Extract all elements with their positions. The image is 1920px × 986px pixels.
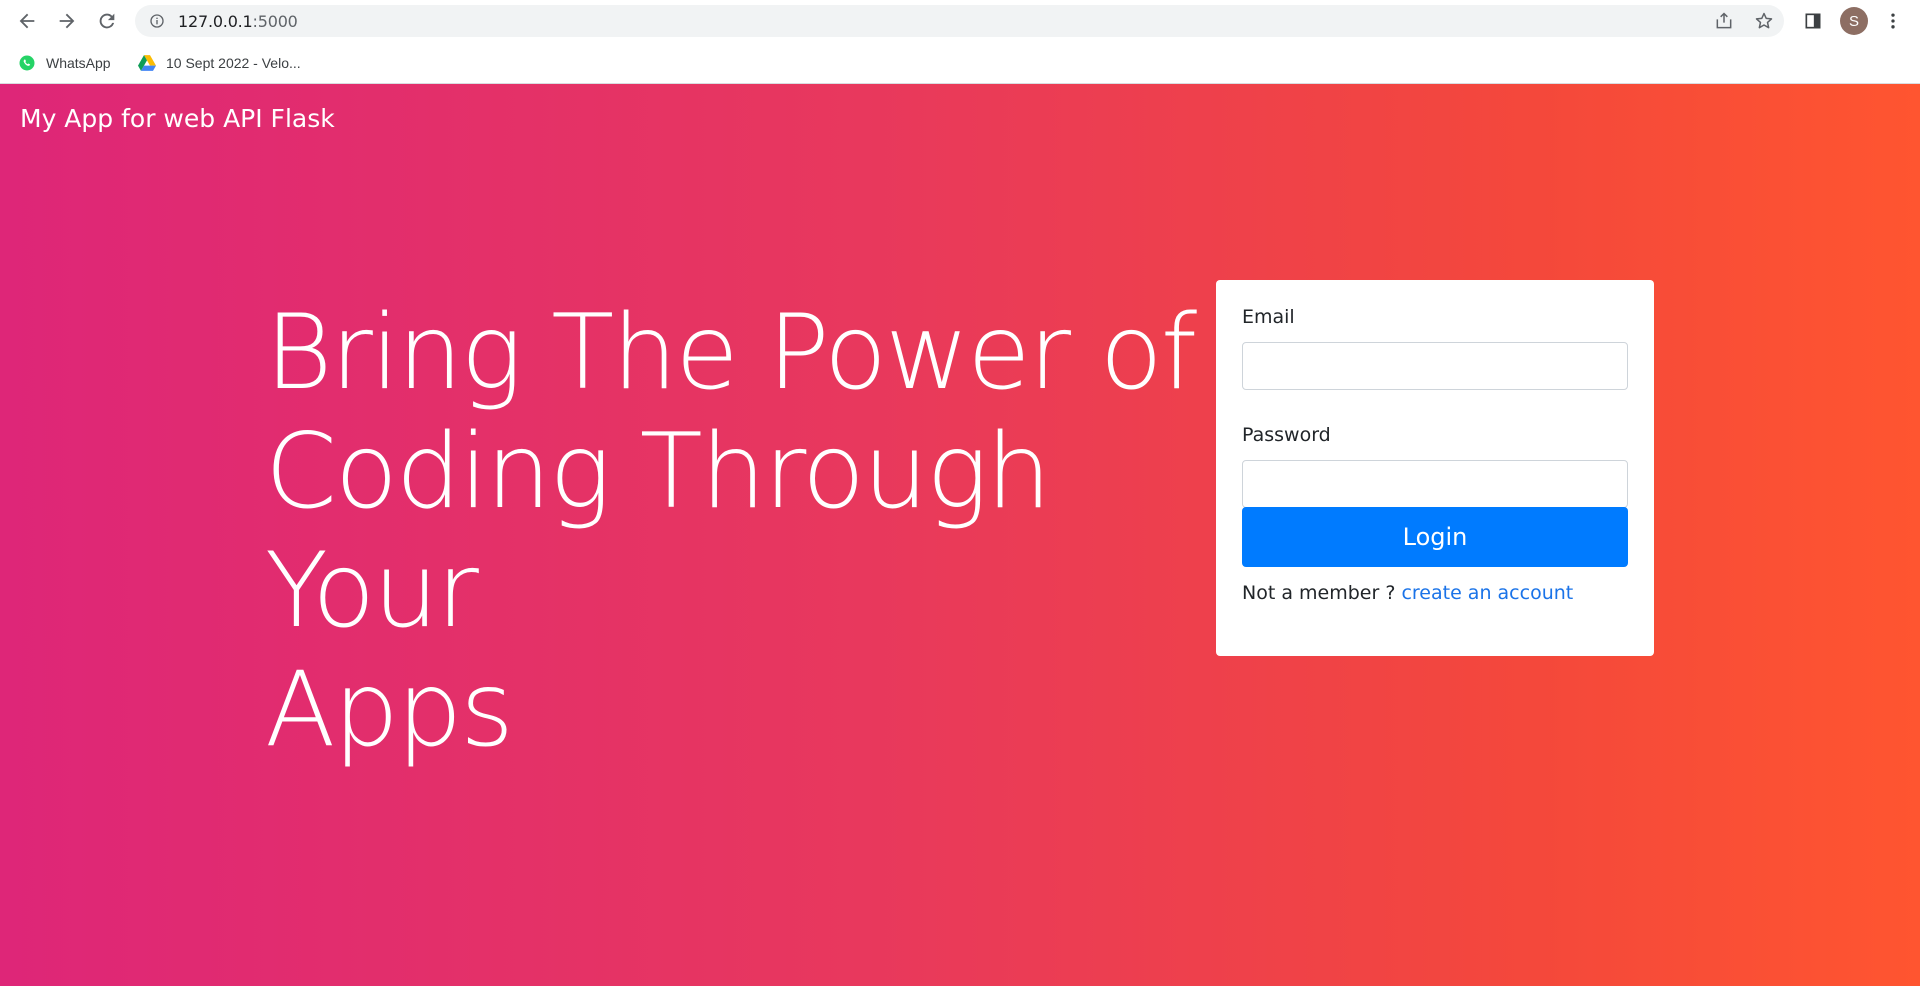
email-field[interactable]	[1242, 342, 1628, 390]
back-button[interactable]	[11, 5, 43, 37]
login-card: Email Password Login Not a member ? crea…	[1216, 280, 1654, 656]
hero-line: Apps	[265, 650, 514, 770]
bookmarks-bar: WhatsApp 10 Sept 2022 - Velo...	[0, 42, 1920, 84]
create-account-link[interactable]: create an account	[1401, 582, 1573, 604]
url-text: 127.0.0.1:5000	[178, 12, 298, 31]
email-label: Email	[1242, 306, 1295, 328]
url-port: :5000	[252, 11, 298, 31]
arrow-right-icon	[59, 13, 75, 29]
side-panel-button[interactable]	[1797, 5, 1829, 37]
page-viewport: My App for web API Flask Bring The Power…	[0, 84, 1920, 986]
signup-prompt: Not a member ? create an account	[1242, 582, 1573, 604]
hero-line: Coding Through Your	[265, 412, 1051, 651]
bookmark-label: 10 Sept 2022 - Velo...	[166, 55, 301, 71]
kebab-menu-icon	[1891, 13, 1895, 29]
arrow-left-icon	[19, 13, 35, 29]
signup-prompt-text: Not a member ?	[1242, 582, 1402, 604]
star-icon[interactable]	[1744, 5, 1784, 37]
password-field[interactable]	[1242, 460, 1628, 508]
bookmark-whatsapp[interactable]: WhatsApp	[18, 51, 111, 75]
google-drive-icon	[138, 54, 156, 72]
password-label: Password	[1242, 424, 1331, 446]
bookmark-label: WhatsApp	[46, 55, 111, 71]
reload-button[interactable]	[91, 5, 123, 37]
hero-heading: Bring The Power of Coding Through Your A…	[265, 294, 1225, 770]
navbar-brand[interactable]: My App for web API Flask	[20, 104, 335, 133]
info-icon[interactable]	[148, 12, 166, 30]
whatsapp-icon	[18, 54, 36, 72]
bookmark-drive[interactable]: 10 Sept 2022 - Velo...	[138, 51, 301, 75]
browser-toolbar: 127.0.0.1:5000 S	[0, 0, 1920, 42]
hero-line: Bring The Power of	[265, 293, 1197, 413]
login-button[interactable]: Login	[1242, 507, 1628, 567]
forward-button[interactable]	[51, 5, 83, 37]
profile-button[interactable]: S	[1838, 5, 1870, 37]
menu-button[interactable]	[1878, 5, 1908, 37]
reload-icon	[99, 13, 115, 29]
side-panel-icon	[1805, 13, 1821, 29]
address-bar[interactable]: 127.0.0.1:5000	[135, 5, 1784, 37]
avatar: S	[1840, 7, 1868, 35]
url-host: 127.0.0.1	[178, 11, 253, 31]
share-icon[interactable]	[1704, 5, 1744, 37]
